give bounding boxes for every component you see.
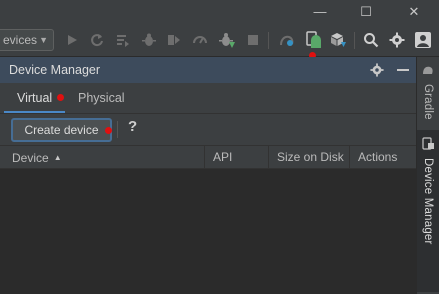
tab-physical-label: Physical [78,91,125,105]
settings-icon[interactable] [388,31,406,49]
maximize-button[interactable]: ☐ [355,2,377,22]
column-size-label: Size on Disk [277,150,344,164]
toolbar-separator [354,32,355,49]
column-header-device[interactable]: Device ▲ [4,146,205,169]
column-header-api[interactable]: API [205,146,269,169]
search-icon[interactable] [362,31,380,49]
main-toolbar: evices ▼ [0,24,439,59]
tab-virtual[interactable]: Virtual [17,83,52,113]
run-configuration-label: evices [3,33,38,47]
gradle-tab-label: Gradle [422,84,434,120]
column-header-size-on-disk[interactable]: Size on Disk [269,146,350,169]
toolbar-separator [268,32,269,49]
divider [117,121,118,138]
sync-gradle-icon[interactable] [278,31,296,49]
account-icon[interactable] [414,31,432,49]
annotation-marker [105,127,112,134]
tab-physical[interactable]: Physical [78,83,125,113]
apply-changes-restart-icon[interactable] [218,31,236,49]
device-manager-icon[interactable] [303,31,321,49]
sort-ascending-icon: ▲ [53,153,62,162]
device-manager-tab-icon [421,137,435,153]
panel-title: Device Manager [9,63,101,77]
elephant-icon [422,64,434,79]
device-manager-panel: Device Manager Virtual Physical Create d… [0,57,416,294]
column-device-label: Device [12,151,49,165]
column-header-actions[interactable]: Actions [350,146,416,169]
run-icon[interactable] [63,31,81,49]
column-api-label: API [213,150,233,164]
gear-icon[interactable] [368,61,386,79]
profile-icon[interactable] [165,31,183,49]
run-configuration-selector[interactable]: evices ▼ [0,29,54,51]
attach-debugger-icon[interactable] [191,31,209,49]
debug-icon[interactable] [140,31,158,49]
apply-code-changes-icon[interactable] [114,31,132,49]
stop-icon[interactable] [244,31,262,49]
device-actions-bar: Create device ? [0,114,416,144]
device-table: Device ▲ API Size on Disk Actions [0,145,416,294]
chevron-down-icon: ▼ [39,35,48,45]
create-device-button[interactable]: Create device [11,118,112,142]
device-manager-tab-label: Device Manager [422,158,434,245]
help-button[interactable]: ? [128,118,137,135]
close-button[interactable]: ✕ [403,2,425,22]
tab-virtual-label: Virtual [17,91,53,105]
annotation-marker [57,94,64,101]
gradle-tool-tab[interactable]: Gradle [417,59,439,120]
title-bar: — ☐ ✕ [0,0,439,24]
apply-changes-icon[interactable] [88,31,106,49]
minimize-button[interactable]: — [309,2,331,22]
column-actions-label: Actions [358,150,398,164]
right-tool-strip: Gradle Device Manager [416,57,439,294]
create-device-label: Create device [24,123,99,137]
device-type-tabs: Virtual Physical [0,83,416,114]
device-manager-tool-tab[interactable]: Device Manager [417,130,439,292]
table-header: Device ▲ API Size on Disk Actions [0,145,416,169]
sdk-manager-icon[interactable] [329,31,347,49]
hide-panel-icon[interactable] [394,61,412,79]
panel-header: Device Manager [0,57,416,83]
